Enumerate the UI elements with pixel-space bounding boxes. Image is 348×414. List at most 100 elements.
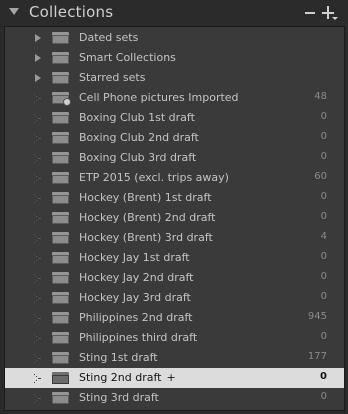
collection-name: Sting 2nd draft bbox=[79, 371, 162, 384]
plus-icon[interactable] bbox=[322, 6, 338, 20]
icon-body bbox=[52, 55, 69, 64]
photo-count: 0 bbox=[320, 271, 327, 282]
collection-name: Hockey (Brent) 3rd draft bbox=[79, 231, 213, 244]
icon-body bbox=[52, 395, 69, 404]
collection-name: Hockey Jay 1st draft bbox=[79, 251, 190, 264]
collection-name: Hockey Jay 2nd draft bbox=[79, 271, 194, 284]
collection-label: Hockey (Brent) 1st draft bbox=[79, 191, 212, 204]
collection-row[interactable]: Philippines 2nd draft 945 bbox=[5, 308, 344, 328]
collection-row[interactable]: Philippines third draft 0 bbox=[5, 328, 344, 348]
icon-body bbox=[52, 255, 69, 264]
sync-target-icon bbox=[34, 134, 42, 143]
collection-name: Cell Phone pictures Imported bbox=[79, 91, 239, 104]
collection-row-selected[interactable]: Sting 2nd draft +0 bbox=[5, 368, 344, 388]
icon-body bbox=[52, 355, 69, 364]
collection-label: Hockey (Brent) 3rd draft bbox=[79, 231, 213, 244]
collection-icon bbox=[52, 192, 69, 204]
collection-row[interactable]: Boxing Club 3rd draft 0 bbox=[5, 148, 344, 168]
collection-row[interactable]: Boxing Club 2nd draft 0 bbox=[5, 128, 344, 148]
collection-icon bbox=[52, 292, 69, 304]
collection-name: Philippines third draft bbox=[79, 331, 198, 344]
collection-row[interactable]: Hockey (Brent) 2nd draft 0 bbox=[5, 208, 344, 228]
collection-label: Philippines 2nd draft bbox=[79, 311, 192, 324]
collection-label: Boxing Club 2nd draft bbox=[79, 131, 199, 144]
plus-menu-arrow-icon bbox=[332, 17, 338, 20]
sync-target-icon bbox=[34, 274, 42, 283]
collection-set-row[interactable]: Dated sets bbox=[5, 28, 344, 48]
collection-row[interactable]: Hockey Jay 2nd draft 0 bbox=[5, 268, 344, 288]
expand-triangle-icon[interactable] bbox=[35, 54, 41, 62]
icon-body bbox=[52, 35, 69, 44]
expand-triangle-icon[interactable] bbox=[35, 34, 41, 42]
icon-body bbox=[52, 235, 69, 244]
gear-icon bbox=[63, 98, 71, 106]
collection-label: Hockey Jay 2nd draft bbox=[79, 271, 193, 284]
collection-row[interactable]: Boxing Club 1st draft 0 bbox=[5, 108, 344, 128]
photo-count: 0 bbox=[320, 151, 327, 162]
sync-target-icon bbox=[34, 394, 42, 403]
target-collection-marker: + bbox=[166, 371, 176, 384]
icon-body bbox=[52, 215, 69, 224]
collection-set-row[interactable]: Smart Collections bbox=[5, 48, 344, 68]
collection-set-icon bbox=[52, 52, 69, 64]
collection-label: Sting 1st draft bbox=[79, 351, 158, 364]
collection-set-label: Smart Collections bbox=[79, 51, 176, 64]
collapse-triangle-icon[interactable] bbox=[9, 8, 19, 15]
collection-row[interactable]: Hockey (Brent) 1st draft 0 bbox=[5, 188, 344, 208]
collection-label: Hockey (Brent) 2nd draft bbox=[79, 211, 215, 224]
sync-target-icon bbox=[34, 94, 42, 103]
expand-triangle-icon[interactable] bbox=[35, 74, 41, 82]
sync-target-icon bbox=[34, 234, 42, 243]
collection-row[interactable]: ETP 2015 (excl. trips away) 60 bbox=[5, 168, 344, 188]
collection-name: Boxing Club 3rd draft bbox=[79, 151, 197, 164]
collection-set-row[interactable]: Starred sets bbox=[5, 68, 344, 88]
photo-count: 0 bbox=[320, 131, 327, 142]
collection-row[interactable]: Sting 3rd draft 0 bbox=[5, 388, 344, 408]
icon-body bbox=[52, 195, 69, 204]
collection-set-label: Dated sets bbox=[79, 31, 139, 44]
collections-list[interactable]: Dated sets Smart Collections Starred sets C… bbox=[4, 26, 345, 411]
sync-target-icon bbox=[34, 294, 42, 303]
collection-icon bbox=[52, 172, 69, 184]
collection-label: ETP 2015 (excl. trips away) bbox=[79, 171, 229, 184]
sync-target-icon bbox=[34, 114, 42, 123]
icon-body bbox=[52, 175, 69, 184]
photo-count: 945 bbox=[307, 311, 327, 322]
collection-name: Hockey Jay 3rd draft bbox=[79, 291, 191, 304]
minus-icon[interactable] bbox=[305, 12, 315, 14]
collection-name: Boxing Club 2nd draft bbox=[79, 131, 199, 144]
collection-name: Philippines 2nd draft bbox=[79, 311, 193, 324]
collection-icon bbox=[52, 212, 69, 224]
photo-count: 0 bbox=[320, 331, 327, 342]
collection-row[interactable]: Hockey Jay 1st draft 0 bbox=[5, 248, 344, 268]
collection-icon bbox=[52, 352, 69, 364]
photo-count: 48 bbox=[314, 91, 327, 102]
icon-body bbox=[52, 275, 69, 284]
collection-label: Sting 3rd draft bbox=[79, 391, 159, 404]
collection-name: Hockey (Brent) 2nd draft bbox=[79, 211, 216, 224]
collection-label: Hockey Jay 3rd draft bbox=[79, 291, 191, 304]
icon-body bbox=[52, 115, 69, 124]
collection-row[interactable]: Sting 1st draft 177 bbox=[5, 348, 344, 368]
sync-target-icon bbox=[34, 314, 42, 323]
collections-panel: Collections Dated sets Smart Collections S… bbox=[0, 0, 348, 414]
sync-target-icon bbox=[34, 174, 42, 183]
icon-body bbox=[52, 155, 69, 164]
collections-panel-header[interactable]: Collections bbox=[0, 0, 348, 26]
collection-row[interactable]: Hockey Jay 3rd draft 0 bbox=[5, 288, 344, 308]
photo-count: 0 bbox=[320, 191, 327, 202]
sync-target-icon bbox=[34, 254, 42, 263]
collection-row[interactable]: Cell Phone pictures Imported 48 bbox=[5, 88, 344, 108]
collection-icon bbox=[52, 332, 69, 344]
collection-set-icon bbox=[52, 32, 69, 44]
sync-target-icon bbox=[34, 374, 42, 383]
icon-body bbox=[52, 315, 69, 324]
collection-icon bbox=[52, 392, 69, 404]
collection-icon bbox=[52, 372, 69, 384]
sync-target-icon bbox=[34, 354, 42, 363]
collection-row[interactable]: Hockey (Brent) 3rd draft 4 bbox=[5, 228, 344, 248]
collection-icon bbox=[52, 252, 69, 264]
icon-body bbox=[52, 375, 69, 384]
sync-target-icon bbox=[34, 334, 42, 343]
photo-count: 177 bbox=[307, 351, 327, 362]
